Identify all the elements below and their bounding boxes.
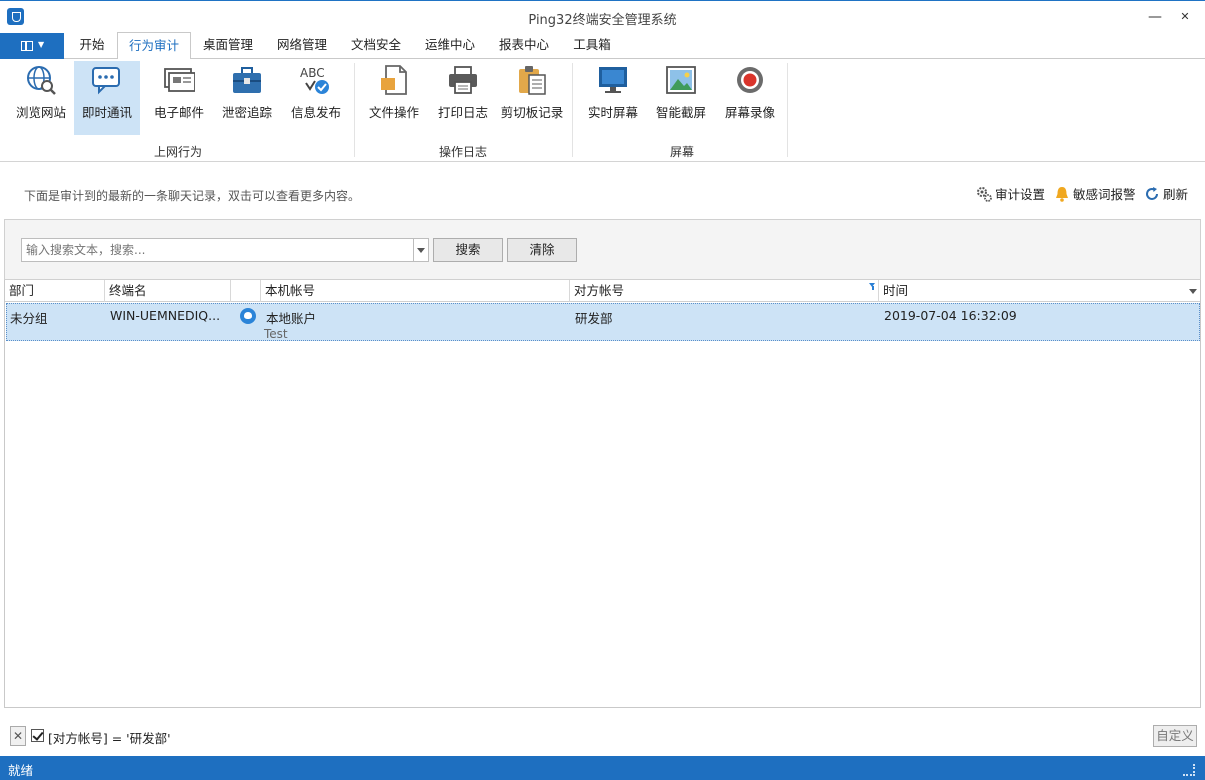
search-history-dropdown[interactable] (413, 238, 429, 262)
cell-time: 2019-07-04 16:32:09 (884, 308, 1017, 323)
printer-icon (449, 66, 477, 94)
live-screen-button[interactable]: 实时屏幕 (580, 61, 646, 135)
cell-terminal: WIN-UEMNEDIQ... (110, 308, 221, 323)
print-log-button[interactable]: 打印日志 (430, 61, 496, 135)
group-divider (787, 63, 788, 157)
search-input[interactable] (21, 238, 415, 262)
refresh-label: 刷新 (1163, 187, 1189, 202)
leak-tracking-label: 泄密追踪 (221, 105, 272, 120)
cell-department: 未分组 (10, 311, 48, 326)
search-button[interactable]: 搜索 (433, 238, 503, 262)
tab-report-center[interactable]: 报表中心 (488, 32, 560, 59)
briefcase-icon (233, 67, 261, 93)
email-button[interactable]: 电子邮件 (146, 61, 212, 135)
filter-icon[interactable] (869, 283, 876, 291)
refresh-link[interactable]: 刷新 (1144, 184, 1188, 203)
search-panel: 搜索 清除 (4, 219, 1201, 280)
title-bar: Ping32终端安全管理系统 — ✕ (0, 0, 1205, 32)
filter-bar: ✕ [对方帐号] = '研发部' 自定义 (4, 722, 1201, 752)
group-label-operation-log: 操作日志 (438, 145, 487, 159)
screen-recording-button[interactable]: 屏幕录像 (717, 61, 783, 135)
globe-search-icon (27, 66, 56, 95)
file-icon (381, 65, 407, 95)
monitor-icon (599, 67, 627, 93)
file-operation-button[interactable]: 文件操作 (361, 61, 427, 135)
info-publish-button[interactable]: ABC 信息发布 (283, 61, 349, 135)
column-header-local-account[interactable]: 本机帐号 (261, 280, 570, 302)
resize-grip[interactable] (1183, 764, 1195, 776)
clear-button[interactable]: 清除 (507, 238, 577, 262)
clipboard-icon (519, 66, 546, 95)
info-hint-text: 下面是审计到的最新的一条聊天记录，双击可以查看更多内容。 (24, 189, 361, 203)
cell-local-account: 本地账户 (266, 311, 317, 326)
ribbon-tab-bar: ▼ 开始 行为审计 桌面管理 网络管理 文档安全 运维中心 报表中心 工具箱 (0, 32, 1205, 60)
browse-websites-button[interactable]: 浏览网站 (8, 61, 74, 135)
file-operation-label: 文件操作 (368, 105, 419, 120)
print-log-label: 打印日志 (437, 105, 488, 120)
chat-bubble-icon (92, 67, 120, 95)
sensitive-word-alert-link[interactable]: 敏感词报警 (1054, 184, 1136, 203)
group-label-screen: 屏幕 (669, 145, 694, 159)
sensitive-word-alert-label: 敏感词报警 (1073, 187, 1136, 202)
picture-icon (666, 66, 696, 94)
table-header: 部门 终端名 本机帐号 对方帐号 时间 (5, 280, 1200, 302)
clipboard-log-button[interactable]: 剪切板记录 (499, 61, 565, 135)
filter-enabled-checkbox[interactable] (31, 729, 44, 742)
info-bar: 下面是审计到的最新的一条聊天记录，双击可以查看更多内容。 审计设置 敏感词报警 … (0, 162, 1205, 218)
column-header-department[interactable]: 部门 (5, 280, 105, 302)
tab-document-security[interactable]: 文档安全 (340, 32, 412, 59)
gears-icon (977, 187, 992, 202)
live-screen-label: 实时屏幕 (587, 105, 638, 120)
menu-icon (21, 41, 33, 51)
column-header-remote-account[interactable]: 对方帐号 (570, 280, 879, 302)
tab-start[interactable]: 开始 (68, 32, 116, 59)
status-bar: 就绪 (0, 756, 1205, 780)
table-row[interactable]: 未分组 WIN-UEMNEDIQ... 本地账户 Test 研发部 2019-0… (6, 303, 1200, 341)
email-label: 电子邮件 (153, 105, 204, 120)
refresh-icon (1146, 187, 1158, 200)
tab-behavior-audit[interactable]: 行为审计 (117, 32, 191, 60)
cell-message-preview: Test (264, 327, 288, 341)
minimize-button[interactable]: — (1140, 5, 1170, 29)
clipboard-log-label: 剪切板记录 (500, 105, 564, 120)
smart-screenshot-button[interactable]: 智能截屏 (648, 61, 714, 135)
svg-text:ABC: ABC (300, 66, 325, 80)
group-divider (572, 63, 573, 157)
instant-messaging-label: 即时通讯 (81, 105, 132, 120)
bell-icon (1056, 187, 1068, 202)
filter-expression[interactable]: [对方帐号] = '研发部' (48, 728, 171, 747)
sort-desc-icon[interactable] (1189, 289, 1197, 294)
group-label-web-behavior: 上网行为 (153, 145, 202, 159)
tab-network-management[interactable]: 网络管理 (266, 32, 338, 59)
column-header-type[interactable] (231, 280, 261, 302)
audit-settings-link[interactable]: 审计设置 (976, 184, 1045, 203)
tab-ops-center[interactable]: 运维中心 (414, 32, 486, 59)
group-divider (354, 63, 355, 157)
audit-settings-label: 审计设置 (995, 187, 1046, 202)
smart-screenshot-label: 智能截屏 (655, 105, 706, 120)
tab-desktop-management[interactable]: 桌面管理 (192, 32, 264, 59)
chevron-down-icon: ▼ (38, 40, 45, 49)
column-header-time[interactable]: 时间 (879, 280, 1200, 302)
chat-records-table: 部门 终端名 本机帐号 对方帐号 时间 未分组 WIN-UEMNEDIQ... … (4, 280, 1201, 708)
clear-filter-button[interactable]: ✕ (10, 726, 26, 746)
instant-messaging-button[interactable]: 即时通讯 (74, 61, 140, 135)
mail-icon (164, 68, 195, 92)
info-publish-label: 信息发布 (290, 105, 341, 120)
record-icon (737, 67, 763, 93)
status-text: 就绪 (8, 763, 34, 778)
cell-remote-account: 研发部 (575, 311, 613, 326)
qq-penguin-icon (240, 308, 256, 324)
ribbon: 浏览网站 即时通讯 电子邮件 泄密追踪 ABC 信息发布 上网行为 文件操作 打… (0, 59, 1205, 162)
browse-websites-label: 浏览网站 (15, 105, 66, 120)
screen-recording-label: 屏幕录像 (724, 105, 775, 120)
file-menu-button[interactable]: ▼ (0, 33, 64, 59)
tab-toolbox[interactable]: 工具箱 (562, 32, 622, 59)
customize-filter-button[interactable]: 自定义 (1153, 725, 1197, 747)
window-title: Ping32终端安全管理系统 (528, 13, 677, 28)
close-button[interactable]: ✕ (1170, 5, 1200, 29)
abc-check-icon: ABC (300, 66, 329, 94)
leak-tracking-button[interactable]: 泄密追踪 (214, 61, 280, 135)
column-header-terminal[interactable]: 终端名 (105, 280, 231, 302)
